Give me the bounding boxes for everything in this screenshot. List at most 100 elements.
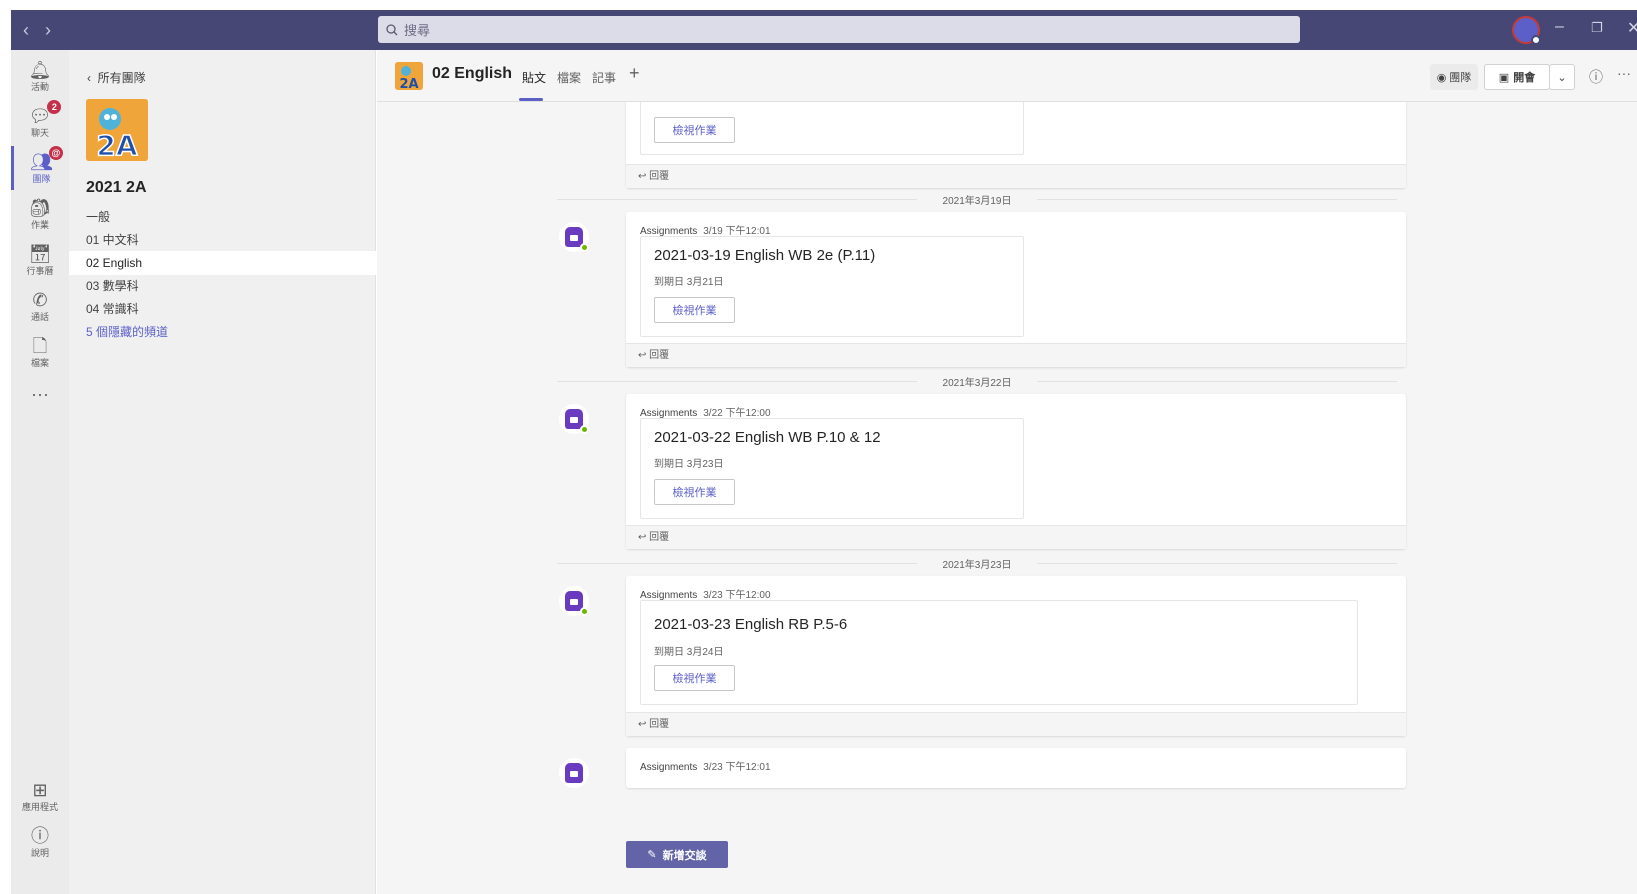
tab-notes[interactable]: 記事: [592, 69, 616, 86]
assignment-due: 到期日 3月24日: [654, 647, 724, 658]
file-icon: 🗋: [32, 335, 48, 356]
channel-logo-text: 2A: [399, 77, 418, 90]
help-icon: ⓘ: [31, 825, 49, 846]
rail-files-label: 檔案: [30, 357, 49, 368]
chevron-left-icon: ‹: [87, 71, 91, 85]
back-arrow-icon[interactable]: ‹: [23, 20, 45, 40]
post-partial-bottom: Assignments 3/23 下午12:01: [626, 748, 1406, 788]
channel-logo: 2A: [395, 62, 423, 90]
forward-arrow-icon[interactable]: ›: [45, 20, 67, 40]
more-options-icon[interactable]: ···: [1617, 65, 1631, 81]
tab-posts[interactable]: 貼文: [522, 69, 546, 86]
reply-bar[interactable]: ↩ 回覆: [626, 525, 1406, 549]
team-button[interactable]: ◉ 團隊: [1430, 64, 1478, 90]
minimize-icon[interactable]: –: [1555, 18, 1564, 36]
reply-label: 回覆: [649, 350, 670, 361]
assignments-icon: 🎒︎: [28, 197, 52, 218]
assignment-due: 到期日 3月21日: [654, 277, 724, 288]
rail-files[interactable]: 🗋 檔案: [11, 330, 69, 374]
assignment-due: 到期日 3月23日: [654, 459, 724, 470]
meet-button[interactable]: ▣ 開會: [1484, 64, 1550, 90]
restore-icon[interactable]: ❐: [1591, 20, 1603, 36]
team-button-label: 團隊: [1449, 72, 1472, 84]
search-input[interactable]: 搜尋: [378, 16, 1300, 43]
post-partial-top: 檢視作業 ↩ 回覆: [626, 102, 1406, 188]
channel-math[interactable]: 03 數學科: [69, 274, 376, 298]
meet-button-label: 開會: [1513, 72, 1536, 84]
reply-bar[interactable]: ↩ 回覆: [626, 343, 1406, 367]
assignment-title: 2021-03-23 English RB P.5-6: [654, 616, 848, 633]
view-assignment-button[interactable]: 檢視作業: [654, 479, 735, 505]
teams-icon: 👥︎ @: [30, 145, 63, 172]
reply-bar[interactable]: ↩ 回覆: [626, 712, 1406, 736]
channel-english[interactable]: 02 English: [69, 251, 376, 275]
info-icon[interactable]: ⓘ: [1589, 67, 1603, 87]
view-assignment-button[interactable]: 檢視作業: [654, 297, 735, 323]
post-author: Assignments: [640, 762, 698, 773]
post: Assignments 3/22 下午12:00 2021-03-22 Engli…: [626, 394, 1406, 549]
teams-pane: ‹ 所有團隊 2A 2021 2A 一般 01 中文科 02 English 0…: [69, 50, 376, 894]
search-placeholder: 搜尋: [404, 23, 431, 38]
tab-files[interactable]: 檔案: [557, 69, 581, 86]
back-to-all-teams[interactable]: ‹ 所有團隊: [87, 69, 146, 86]
apps-icon: ⊞: [32, 779, 48, 800]
rail-activity-label: 活動: [30, 81, 49, 92]
presence-indicator: [580, 243, 589, 252]
post-meta: Assignments 3/23 下午12:00: [640, 586, 771, 601]
reply-bar[interactable]: ↩ 回覆: [626, 164, 1406, 188]
teams-window: ‹› 搜尋 – ❐ ✕ 🔔︎ 活動 💬︎ 2 聊天 👥︎ @ 團隊 🎒︎ 作業 📅︎: [0, 0, 1637, 894]
new-conversation-label: 新增交談: [662, 849, 707, 862]
view-assignment-button[interactable]: 檢視作業: [654, 117, 735, 143]
active-tab-indicator: [519, 98, 543, 101]
view-assignment-button[interactable]: 檢視作業: [654, 665, 735, 691]
reply-icon: ↩: [638, 350, 647, 361]
assignment-card: 2021-03-23 English RB P.5-6 到期日 3月24日 檢視…: [640, 600, 1358, 705]
hidden-channels-link[interactable]: 5 個隱藏的頻道: [69, 320, 376, 344]
rail-chat-label: 聊天: [30, 127, 49, 138]
meet-dropdown[interactable]: ⌄: [1549, 64, 1575, 90]
backpack-icon: [565, 763, 583, 783]
rail-calls[interactable]: ✆ 通話: [11, 284, 69, 328]
reply-label: 回覆: [649, 532, 670, 543]
rail-assignments-label: 作業: [30, 219, 49, 230]
team-logo-text: 2A: [96, 129, 137, 161]
user-avatar[interactable]: [1512, 16, 1541, 45]
chat-badge: 2: [47, 99, 62, 114]
rail-activity[interactable]: 🔔︎ 活動: [11, 54, 69, 98]
close-icon[interactable]: ✕: [1627, 18, 1637, 38]
rail-calls-label: 通話: [30, 311, 49, 322]
presence-indicator: [1531, 35, 1541, 45]
date-separator: 2021年3月22日: [557, 374, 1397, 389]
presence-indicator: [580, 425, 589, 434]
post-meta: Assignments 3/23 下午12:01: [640, 758, 771, 773]
channel-chinese[interactable]: 01 中文科: [69, 228, 376, 252]
app-rail: 🔔︎ 活動 💬︎ 2 聊天 👥︎ @ 團隊 🎒︎ 作業 📅︎ 行事曆 ✆ 通話 🗋 …: [11, 50, 69, 894]
team-logo: 2A: [86, 99, 148, 161]
presence-indicator: [580, 607, 589, 616]
rail-teams[interactable]: 👥︎ @ 團隊: [11, 145, 69, 190]
nav-arrows: ‹›: [23, 20, 67, 41]
rail-chat[interactable]: 💬︎ 2 聊天: [11, 99, 69, 144]
assignment-card: 2021-03-22 English WB P.10 & 12 到期日 3月23…: [640, 418, 1024, 519]
reply-icon: ↩: [638, 532, 647, 543]
teams-badge: @: [48, 145, 63, 160]
assignments-avatar: [559, 758, 589, 788]
new-conversation-button[interactable]: ✎ 新增交談: [626, 841, 728, 868]
rail-teams-label: 團隊: [32, 173, 51, 184]
channel-general-studies[interactable]: 04 常識科: [69, 297, 376, 321]
post: Assignments 3/23 下午12:00 2021-03-23 Engli…: [626, 576, 1406, 736]
channel-general[interactable]: 一般: [69, 205, 376, 229]
assignments-avatar: [559, 404, 589, 434]
reply-icon: ↩: [638, 719, 647, 730]
rail-more[interactable]: ···: [11, 372, 69, 416]
rail-assignments[interactable]: 🎒︎ 作業: [11, 192, 69, 236]
rail-apps-label: 應用程式: [21, 801, 58, 812]
rail-calendar[interactable]: 📅︎ 行事曆: [11, 238, 69, 282]
rail-apps[interactable]: ⊞ 應用程式: [11, 774, 69, 818]
rail-help[interactable]: ⓘ 說明: [11, 820, 69, 864]
add-tab-icon[interactable]: +: [629, 63, 640, 84]
assignments-avatar: [559, 586, 589, 616]
reply-icon: ↩: [638, 171, 647, 182]
reply-label: 回覆: [649, 171, 670, 182]
chat-icon: 💬︎ 2: [29, 99, 62, 126]
